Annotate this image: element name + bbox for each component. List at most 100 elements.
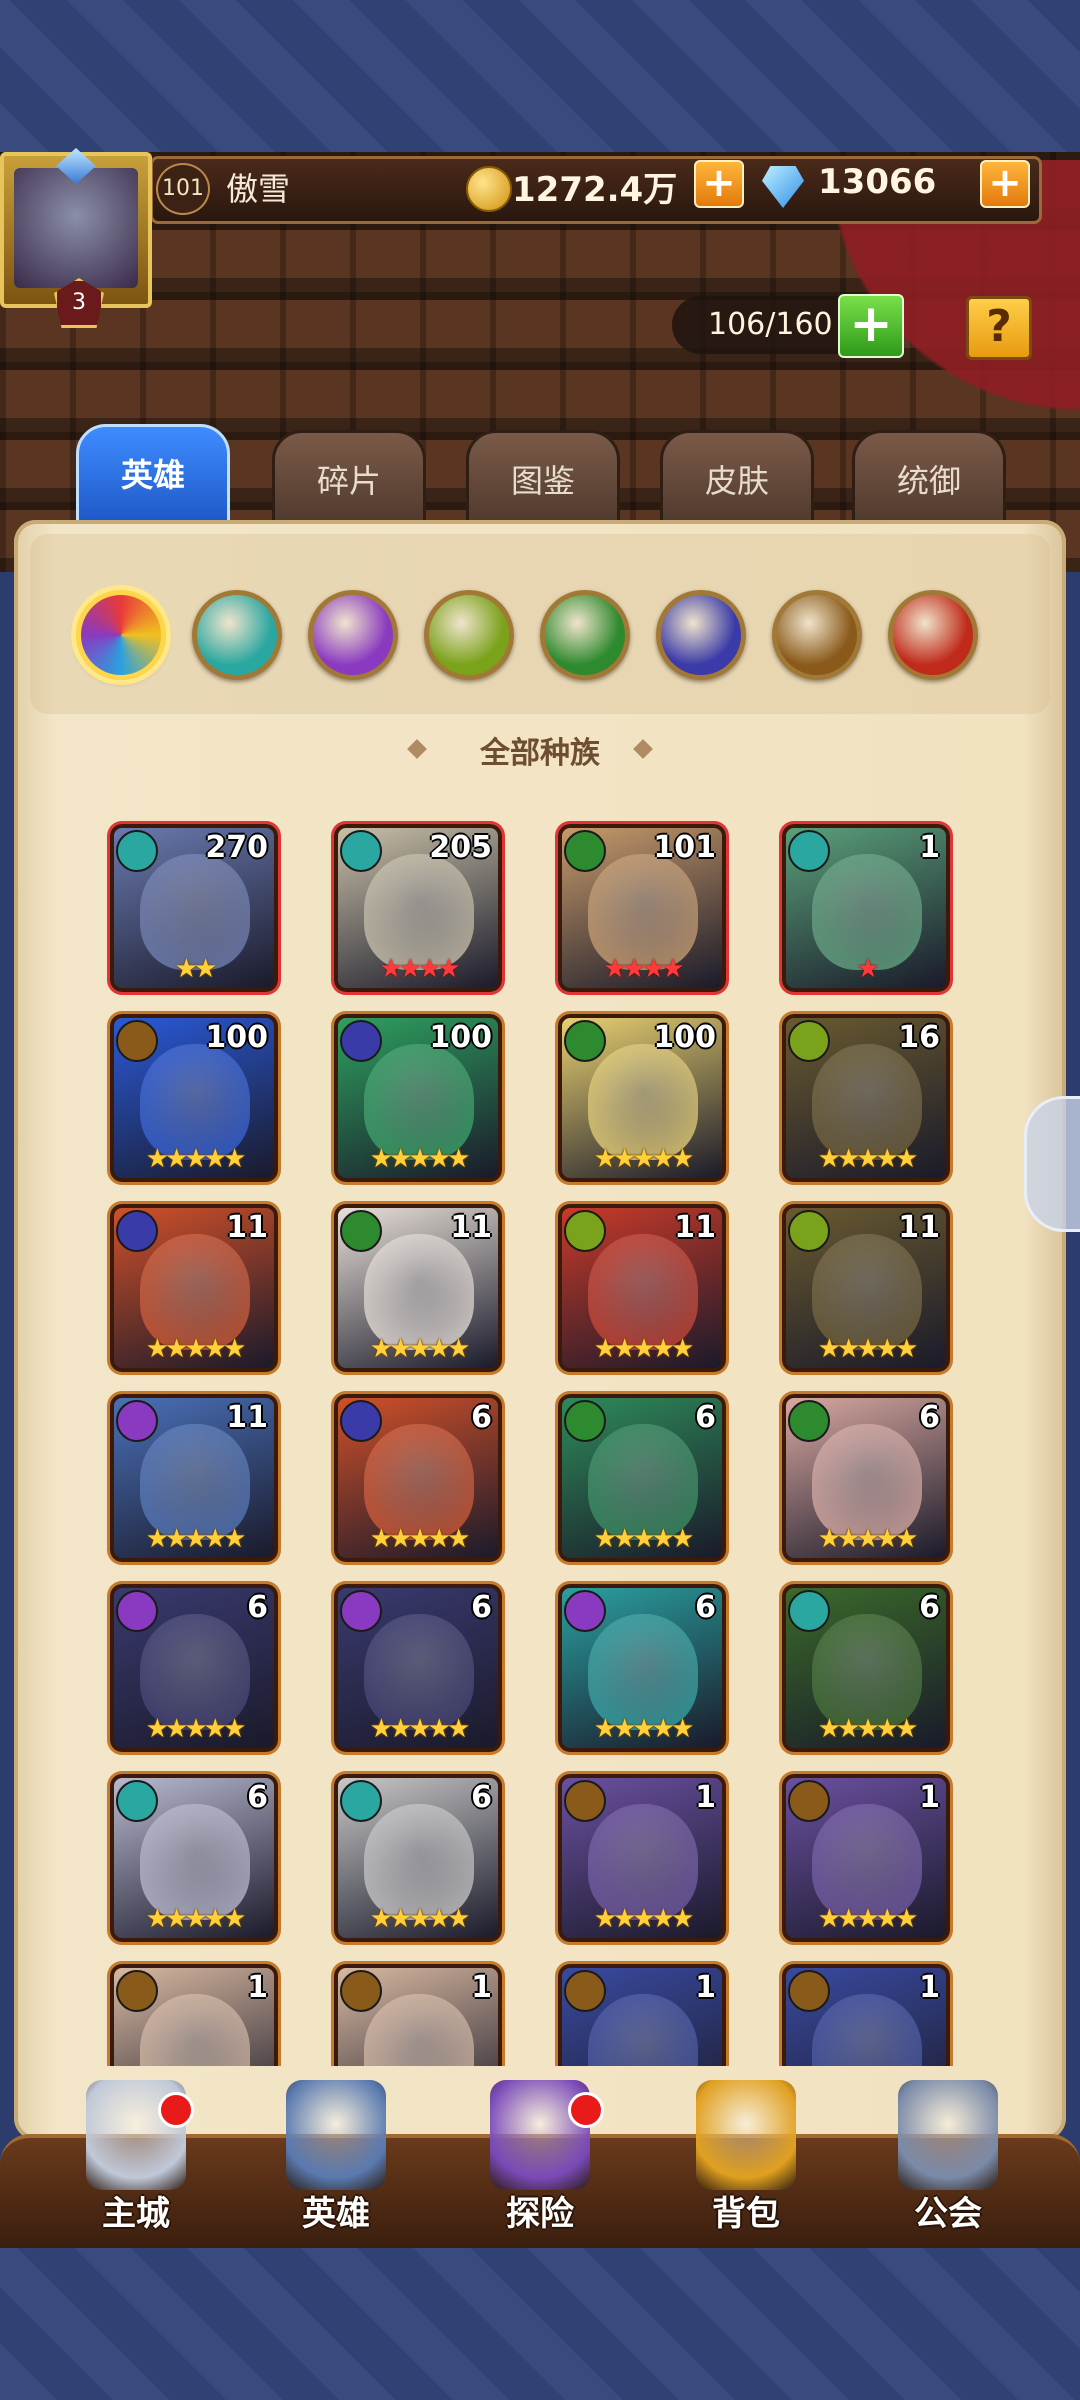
faction-forest-icon[interactable] <box>540 590 630 680</box>
star-rating: ★★★★★ <box>369 1904 471 1934</box>
hero-card[interactable]: 1 ★ <box>782 824 950 992</box>
hero-portrait-art <box>588 1614 698 1730</box>
faction-shadow-icon <box>340 1590 382 1632</box>
hero-card[interactable]: 6 ★★★★★ <box>782 1394 950 1562</box>
faction-light-icon <box>564 1780 606 1822</box>
hero-count: 270 <box>205 830 268 865</box>
hero-card[interactable]: 16 ★★★★★ <box>782 1014 950 1182</box>
hero-count: 1 <box>247 1970 268 2005</box>
hero-card[interactable]: 11 ★★★★★ <box>110 1204 278 1372</box>
hero-card[interactable]: 6 ★★★★★ <box>110 1584 278 1752</box>
faction-ice-icon <box>116 830 158 872</box>
nav-backpack[interactable]: 背包 <box>666 2080 826 2240</box>
expand-capacity-button[interactable]: + <box>838 294 904 358</box>
faction-ice-icon[interactable] <box>192 590 282 680</box>
nav-portal[interactable]: 探险 <box>460 2080 620 2240</box>
nav-label: 探险 <box>506 2194 574 2234</box>
faction-abyss-icon <box>340 1020 382 1062</box>
tab-fragments[interactable]: 碎片 <box>272 430 426 532</box>
faction-light-icon <box>788 1970 830 2012</box>
hero-count: 101 <box>653 830 716 865</box>
hero-count: 100 <box>429 1020 492 1055</box>
player-level: 101 <box>156 163 210 215</box>
star-rating: ★★ <box>174 954 218 984</box>
tab-skins[interactable]: 皮肤 <box>660 430 814 532</box>
hero-card[interactable]: 6 ★★★★★ <box>558 1394 726 1562</box>
hero-portrait-art <box>364 1234 474 1350</box>
star-rating: ★★★★★ <box>593 1524 695 1554</box>
faction-light-icon[interactable] <box>772 590 862 680</box>
faction-light-icon <box>116 1020 158 1062</box>
nav-hero[interactable]: 英雄 <box>256 2080 416 2240</box>
hero-portrait-art <box>812 1234 922 1350</box>
tab-codex[interactable]: 图鉴 <box>466 430 620 532</box>
star-rating: ★★★★★ <box>369 1144 471 1174</box>
hero-card[interactable]: 1 <box>558 1964 726 2066</box>
hero-card[interactable]: 270 ★★ <box>110 824 278 992</box>
nav-guild[interactable]: 公会 <box>868 2080 1028 2240</box>
add-gold-button[interactable]: + <box>694 160 744 208</box>
star-rating: ★★★★★ <box>593 1144 695 1174</box>
hero-portrait-art <box>364 1614 474 1730</box>
faction-forest-icon <box>788 1400 830 1442</box>
hero-card[interactable]: 6 ★★★★★ <box>334 1584 502 1752</box>
gem-amount: 13066 <box>818 162 937 202</box>
hero-card[interactable]: 11 ★★★★★ <box>558 1204 726 1372</box>
hero-card[interactable]: 6 ★★★★★ <box>110 1774 278 1942</box>
add-gems-button[interactable]: + <box>980 160 1030 208</box>
tab-command[interactable]: 统御 <box>852 430 1006 532</box>
hero-card[interactable]: 11 ★★★★★ <box>334 1204 502 1372</box>
faction-abyss-icon[interactable] <box>656 590 746 680</box>
hero-portrait-art <box>812 1804 922 1920</box>
hero-portrait-art <box>588 854 698 970</box>
faction-fire-icon[interactable] <box>888 590 978 680</box>
hero-count: 6 <box>695 1400 716 1435</box>
hero-portrait-art <box>588 1424 698 1540</box>
nav-castle[interactable]: 主城 <box>56 2080 216 2240</box>
hero-card[interactable]: 11 ★★★★★ <box>110 1394 278 1562</box>
hero-count: 100 <box>205 1020 268 1055</box>
faction-earth-icon[interactable] <box>424 590 514 680</box>
hero-card[interactable]: 6 ★★★★★ <box>334 1394 502 1562</box>
hero-count: 6 <box>695 1590 716 1625</box>
all-races-icon[interactable] <box>76 590 166 680</box>
faction-earth-icon <box>788 1020 830 1062</box>
hero-portrait-art <box>812 1994 922 2066</box>
hero-portrait-art <box>588 1994 698 2066</box>
tab-heroes[interactable]: 英雄 <box>76 424 230 526</box>
faction-shadow-icon[interactable] <box>308 590 398 680</box>
hero-card[interactable]: 100 ★★★★★ <box>110 1014 278 1182</box>
faction-earth-icon <box>788 1210 830 1252</box>
hero-card[interactable]: 6 ★★★★★ <box>782 1584 950 1752</box>
side-drawer-handle[interactable] <box>1024 1096 1080 1232</box>
hero-count: 6 <box>471 1400 492 1435</box>
hero-grid: 270 ★★ 205 ★★★★ 101 ★★★★ 1 ★ 100 ★★★★★ 100 ★★★★★ 100… <box>98 810 978 2066</box>
hero-card[interactable]: 1 ★★★★★ <box>558 1774 726 1942</box>
star-rating: ★★★★★ <box>817 1524 919 1554</box>
star-rating: ★★★★★ <box>817 1714 919 1744</box>
hero-card[interactable]: 1 <box>782 1964 950 2066</box>
hero-card[interactable]: 101 ★★★★ <box>558 824 726 992</box>
hero-portrait-art <box>140 1044 250 1160</box>
hero-card[interactable]: 1 <box>110 1964 278 2066</box>
hero-count: 1 <box>471 1970 492 2005</box>
hero-card[interactable]: 100 ★★★★★ <box>558 1014 726 1182</box>
star-rating: ★★★★★ <box>817 1144 919 1174</box>
hero-count: 6 <box>919 1400 940 1435</box>
hero-card[interactable]: 6 ★★★★★ <box>558 1584 726 1752</box>
gold-amount: 1272.4万 <box>512 170 678 210</box>
hero-card[interactable]: 100 ★★★★★ <box>334 1014 502 1182</box>
hero-card[interactable]: 6 ★★★★★ <box>334 1774 502 1942</box>
hero-card[interactable]: 1 ★★★★★ <box>782 1774 950 1942</box>
faction-shadow-icon <box>116 1400 158 1442</box>
hero-count: 11 <box>450 1210 492 1245</box>
faction-abyss-icon <box>116 1210 158 1252</box>
hero-icon <box>286 2080 386 2190</box>
help-button[interactable]: ? <box>966 296 1032 360</box>
hero-card[interactable]: 1 <box>334 1964 502 2066</box>
hero-count: 11 <box>898 1210 940 1245</box>
hero-card[interactable]: 205 ★★★★ <box>334 824 502 992</box>
hero-portrait-art <box>588 1234 698 1350</box>
hero-card[interactable]: 11 ★★★★★ <box>782 1204 950 1372</box>
player-avatar[interactable]: 3 <box>0 148 152 328</box>
